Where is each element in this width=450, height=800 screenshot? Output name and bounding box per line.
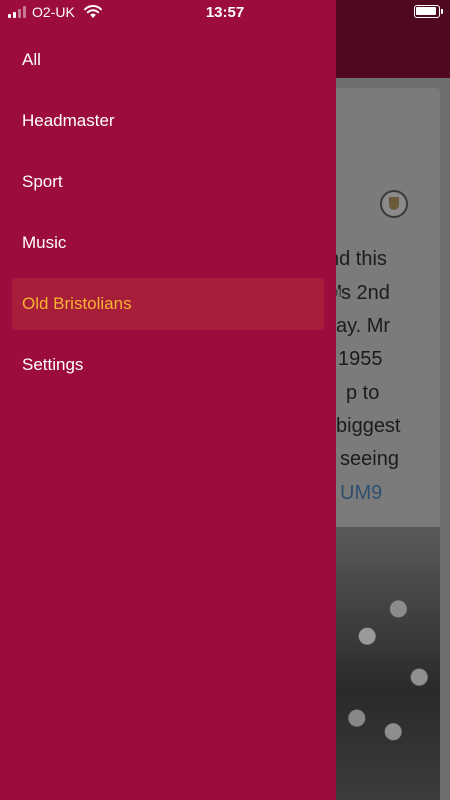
drawer-item-sport[interactable]: Sport — [12, 156, 324, 208]
post-text-line: ay. Mr — [336, 315, 391, 337]
post-link[interactable]: UM9 — [340, 482, 382, 505]
post-text-line: nd this — [328, 248, 387, 270]
clock: 13:57 — [205, 4, 245, 21]
status-bar: O2-UK 13:57 — [0, 0, 450, 24]
post-text-line: seeing — [340, 448, 399, 470]
post-photo[interactable] — [336, 527, 440, 800]
drawer-item-old-bristolians[interactable]: Old Bristolians — [12, 278, 324, 330]
post-text-line: 1955 — [338, 348, 383, 370]
post-text-line: biggest — [336, 415, 401, 437]
screen: hool nd this h's 2nd ay. Mr 1955 p to bi… — [0, 0, 450, 800]
navigation-drawer: All Headmaster Sport Music Old Bristolia… — [0, 0, 336, 800]
drawer-item-headmaster[interactable]: Headmaster — [12, 95, 324, 147]
drawer-item-all[interactable]: All — [12, 34, 324, 86]
drawer-item-music[interactable]: Music — [12, 217, 324, 269]
battery-icon — [414, 5, 443, 18]
post-text-line: p to — [346, 382, 380, 404]
drawer-item-settings[interactable]: Settings — [12, 339, 324, 391]
school-crest-icon — [380, 190, 408, 218]
